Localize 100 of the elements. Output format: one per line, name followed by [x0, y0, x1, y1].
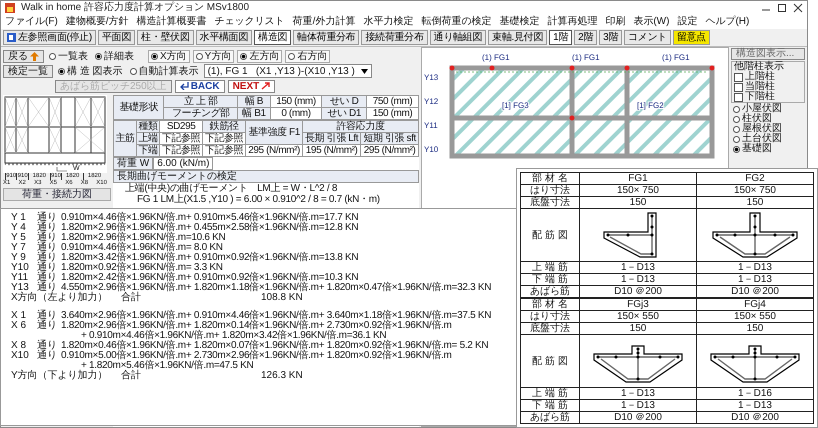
radio-option[interactable]: 右方向	[285, 50, 330, 62]
menu-item[interactable]: 構造計算概要書	[136, 16, 207, 27]
beam-label: (1) FG1	[482, 53, 510, 62]
row-label: 底盤寸法	[520, 196, 580, 208]
axis-label: X10	[11, 351, 30, 363]
table-cell: 6.00 (kN/m)	[153, 157, 214, 170]
menu-item[interactable]: 計算再処理	[547, 16, 598, 27]
table-header: フーチング部	[164, 108, 238, 120]
toolbar-button[interactable]: 柱・壁伏図	[137, 30, 194, 45]
axis-label: X 8	[11, 341, 28, 351]
menu-item[interactable]: 荷重/外力計算	[292, 16, 356, 27]
axis-label: Y 4	[11, 223, 27, 233]
toolbar-button[interactable]: 3階	[599, 30, 622, 45]
menu-item[interactable]: 建物概要/方針	[66, 16, 129, 27]
radio-option[interactable]: 構 造 図表示	[56, 66, 125, 76]
toolbar-button[interactable]: コメント	[624, 30, 671, 45]
summary-button[interactable]: 検定一覧	[3, 64, 53, 78]
toolbar-button[interactable]: 2階	[574, 30, 598, 45]
menu-item[interactable]: 水平力検定	[363, 16, 414, 27]
toolbar-button[interactable]: 平面図	[98, 30, 136, 45]
beam-label: [1] FG2	[637, 101, 664, 110]
calculation-line: 上端(中央)の曲げモーメント LM上 = W・L^2 / 8	[124, 183, 338, 194]
line-label: 通り	[37, 253, 58, 263]
menu-item[interactable]: ヘルプ(H)	[705, 16, 750, 27]
line-label: 通り	[37, 341, 58, 351]
row-label: 配 筋 図	[520, 208, 580, 262]
menu-item[interactable]: 表示(W)	[633, 16, 670, 27]
next-button[interactable]: NEXT	[228, 80, 276, 92]
formula-text: 1.820m×3.42倍×1.96KN/倍.m+ 0.910m×0.92倍×1.96KN/倍.m=13.8 KN	[61, 253, 360, 263]
menu-item[interactable]: 基礎検定	[499, 16, 540, 27]
back-button[interactable]: 戻る	[3, 50, 44, 62]
radio-option[interactable]: 一覧表	[47, 50, 90, 62]
menu-item[interactable]: ファイル(F)	[5, 16, 58, 27]
row-label: はり寸法	[520, 310, 580, 322]
table-header: 基準強度 F1	[246, 120, 302, 144]
table-cell: 1－D13	[580, 262, 696, 274]
table-cell: 下記参照	[160, 132, 203, 144]
table-cell: 下記参照	[160, 144, 203, 156]
section-header: 長期曲げモーメントの検定	[113, 170, 419, 183]
line-label: 通り	[37, 351, 58, 363]
axis-label: Y11	[11, 273, 30, 283]
table-cell: 150	[580, 322, 696, 334]
arrow-icon	[261, 82, 270, 90]
radio-option[interactable]: Y方向	[192, 50, 234, 62]
menu-item[interactable]: 設定	[677, 16, 698, 27]
table-cell: FGj3	[580, 298, 696, 310]
radio-option[interactable]: 左方向	[237, 50, 282, 62]
radio-option[interactable]: 土台伏図	[731, 134, 805, 144]
formula-text: 3.640m×2.96倍×1.96KN/倍.m+ 0.910m×4.46倍×1.96KN/倍.m+ 3.640m×1.18倍×1.96KN/倍.m=37.5 KN	[61, 311, 492, 321]
row-label: 部 材 名	[520, 172, 580, 184]
radio-option[interactable]: 基礎図	[731, 144, 805, 154]
table-cell: 150× 750	[696, 184, 814, 196]
total-value: 108.8 KN	[261, 293, 303, 303]
back-nav-button[interactable]: BACK	[174, 80, 225, 92]
table-cell: 1－D13	[580, 274, 696, 286]
view-button[interactable]: 構造図表示...	[731, 48, 805, 60]
checkbox-option[interactable]: 下階柱	[734, 92, 802, 102]
radio-option[interactable]: 小屋伏図	[731, 104, 805, 114]
line-label: 通り	[37, 223, 58, 233]
checkbox-option[interactable]: 上階柱	[734, 72, 802, 82]
radio-option[interactable]: 自動計算表示	[128, 66, 201, 76]
toolbar-button[interactable]: 通り軸組図	[430, 30, 486, 45]
radio-option[interactable]: X方向	[148, 50, 190, 62]
toolbar-button[interactable]: 軸体荷重分布	[293, 30, 360, 45]
checkbox-option[interactable]: 当階柱	[734, 82, 802, 92]
formula-text: 4.550m×2.96倍×1.96KN/倍.m+ 1.820m×1.18倍×1.96KN/倍.m+ 1.820m×0.47倍×1.96KN/倍.m=32.3 KN	[61, 283, 492, 293]
row-label: あばら筋	[520, 412, 580, 424]
grid-label: Y10	[424, 145, 438, 154]
grid-label: Y12	[424, 97, 438, 106]
menu-item[interactable]: 印刷	[605, 16, 626, 27]
line-label: 通り	[37, 263, 58, 273]
toolbar-button[interactable]: 左参照画面(停止)	[3, 30, 96, 45]
axis-label: Y 5	[11, 233, 27, 243]
line-label: 通り	[37, 311, 58, 321]
toolbar-button[interactable]: 束軸.見付図	[488, 30, 548, 45]
radio-option[interactable]: 柱伏図	[731, 114, 805, 124]
panel-header: 荷重・接続力図	[3, 188, 111, 202]
arrow-icon	[30, 52, 39, 60]
table-header: せい D	[322, 96, 367, 108]
menu-item[interactable]: チェックリスト	[214, 16, 285, 27]
toolbar-button[interactable]: 1階	[549, 30, 572, 45]
close-icon[interactable]	[793, 2, 803, 12]
line-label: 通り	[37, 213, 58, 223]
total-value: 126.3 KN	[261, 371, 303, 381]
table-cell: 1－D13	[696, 262, 814, 274]
panel-icon	[7, 33, 16, 42]
toolbar-button[interactable]: 水平構面図	[196, 30, 252, 45]
table-cell: D10 ＠200	[580, 286, 696, 298]
toolbar-button[interactable]: 留意点	[672, 30, 710, 45]
radio-option[interactable]: 屋根伏図	[731, 124, 805, 134]
member-dropdown[interactable]: (1), FG 1 (X1 ,Y13 )-(X10 ,Y13 )	[204, 64, 372, 78]
app-icon	[5, 2, 15, 12]
line-label: 通り	[37, 243, 58, 253]
table-header: せい D1	[322, 108, 367, 120]
toolbar-button[interactable]: 接続荷重分布	[361, 30, 428, 45]
menu-item[interactable]: 転倒荷重の検定	[421, 16, 492, 27]
maximize-icon[interactable]	[777, 2, 787, 12]
toolbar-button[interactable]: 構造図	[254, 30, 292, 45]
formula-text: 1.820m×0.92倍×1.96KN/倍.m= 3.3 KN	[61, 263, 224, 273]
radio-option[interactable]: 詳細表	[93, 50, 136, 62]
